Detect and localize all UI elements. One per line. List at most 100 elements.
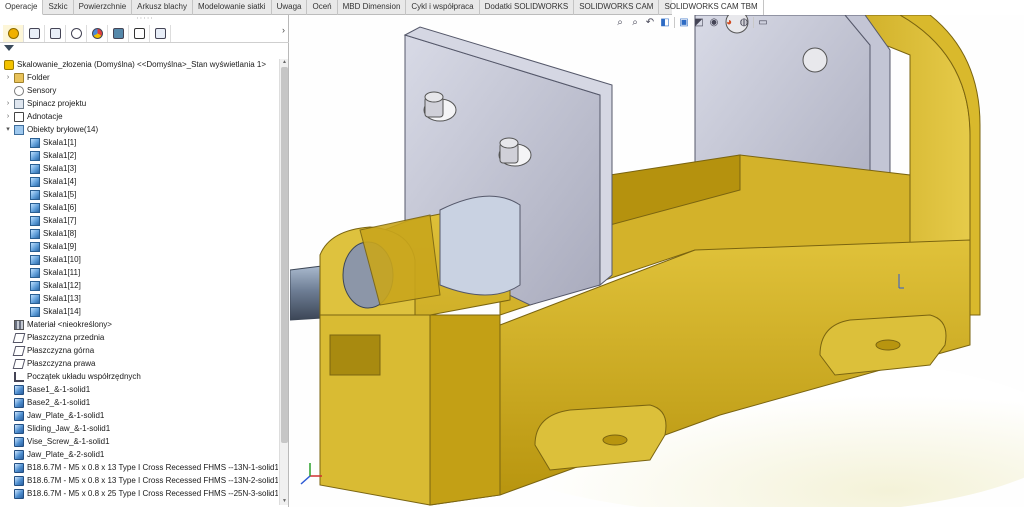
part-item[interactable]: Base1_&-1-solid1 [14, 383, 90, 396]
part-item[interactable]: Jaw_Plate_&-2-solid1 [14, 448, 104, 461]
solid-body-item[interactable]: Skala1[13] [30, 292, 81, 305]
tab-8[interactable]: Cykl i współpraca [406, 0, 480, 15]
part-icon [14, 423, 24, 434]
part-item-label: Base2_&-1-solid1 [27, 398, 91, 407]
solid-body-item[interactable]: Skala1[5] [30, 188, 76, 201]
part-item[interactable]: Jaw_Plate_&-1-solid1 [14, 409, 104, 422]
part-item[interactable]: B18.6.7M - M5 x 0.8 x 25 Type I Cross Re… [14, 487, 278, 500]
solid-body-icon [30, 267, 40, 278]
solid-body-item[interactable]: Skala1[6] [30, 201, 76, 214]
annotations-icon [14, 111, 24, 122]
solid-body-icon [30, 280, 40, 291]
solid-body-item[interactable]: Skala1[9] [30, 240, 76, 253]
tab-2[interactable]: Powierzchnie [74, 0, 133, 15]
tree-item[interactable]: Początek układu współrzędnych [14, 370, 141, 383]
tab-3[interactable]: Arkusz blachy [132, 0, 193, 15]
solid-body-item[interactable]: Skala1[10] [30, 253, 81, 266]
part-item[interactable]: B18.6.7M - M5 x 0.8 x 13 Type I Cross Re… [14, 474, 278, 487]
panel-expand-icon[interactable]: › [282, 25, 285, 35]
tree-item-label: Początek układu współrzędnych [27, 372, 141, 381]
solid-body-icon [30, 254, 40, 265]
part-icon [14, 397, 24, 408]
apply-scene-icon[interactable]: ◍ [738, 16, 750, 28]
configuration-manager-icon[interactable] [45, 25, 66, 42]
tab-0[interactable]: Operacje [0, 0, 44, 15]
part-item[interactable]: Sliding_Jaw_&-1-solid1 [14, 422, 110, 435]
part-item-label: Jaw_Plate_&-1-solid1 [27, 411, 105, 420]
zoom-to-area-icon[interactable]: ⌕ [629, 16, 641, 28]
previous-view-icon[interactable]: ↶ [644, 16, 656, 28]
solid-body-icon [30, 137, 40, 148]
section-view-icon[interactable]: ◧ [659, 16, 671, 28]
origin-marker-icon [898, 274, 904, 289]
part-item-label: Base1_&-1-solid1 [27, 385, 91, 394]
part-icon [14, 449, 24, 460]
tab-4[interactable]: Modelowanie siatki [193, 0, 272, 15]
tab-10[interactable]: SOLIDWORKS CAM [574, 0, 660, 15]
solid-body-item[interactable]: Skala1[8] [30, 227, 76, 240]
tree-root[interactable]: Skalowanie_złozenia (Domyślna) <<Domyśln… [4, 58, 266, 71]
solid-body-item[interactable]: Skala1[2] [30, 149, 76, 162]
cam-feature-tree-icon[interactable] [108, 25, 129, 42]
tree-item[interactable]: › Spinacz projektu [4, 97, 86, 110]
tree-item[interactable]: › Folder [4, 71, 50, 84]
solid-body-item[interactable]: Skala1[11] [30, 266, 80, 279]
tree-item[interactable]: Płaszczyzna prawa [12, 357, 95, 370]
tab-1[interactable]: Szkic [43, 0, 74, 15]
solid-body-item[interactable]: Skala1[3] [30, 162, 76, 175]
solid-body-item-label: Skala1[14] [43, 307, 81, 316]
expand-arrow-icon[interactable]: › [4, 97, 12, 110]
tree-item[interactable]: Płaszczyzna przednia [12, 331, 104, 344]
hide-show-items-icon[interactable]: ◉ [708, 16, 720, 28]
part-item[interactable]: Vise_Screw_&-1-solid1 [14, 435, 110, 448]
scroll-down-icon[interactable]: ▼ [280, 498, 289, 505]
edit-appearance-icon[interactable]: ◕ [723, 16, 735, 28]
tab-7[interactable]: MBD Dimension [338, 0, 407, 15]
display-manager-icon[interactable] [87, 25, 108, 42]
tree-item[interactable]: Płaszczyzna górna [12, 344, 94, 357]
tree-item-label: Sensory [27, 86, 57, 95]
property-manager-icon[interactable] [24, 25, 45, 42]
part-item[interactable]: B18.6.7M - M5 x 0.8 x 13 Type I Cross Re… [14, 461, 278, 474]
dimxpert-icon[interactable] [66, 25, 87, 42]
part-icon [14, 462, 24, 473]
solid-body-item[interactable]: Skala1[14] [30, 305, 81, 318]
tree-item[interactable]: Sensory [4, 84, 56, 97]
tab-9[interactable]: Dodatki SOLIDWORKS [480, 0, 575, 15]
filter-icon[interactable] [4, 45, 14, 54]
view-orientation-icon[interactable]: ▣ [678, 16, 690, 28]
panel-grip[interactable]: ⋅ ⋅ ⋅ ⋅ ⋅ [0, 15, 289, 24]
display-style-icon[interactable]: ◩ [693, 16, 705, 28]
solid-body-item[interactable]: Skala1[7] [30, 214, 76, 227]
tab-6[interactable]: Oceń [307, 0, 338, 15]
part-icon [14, 436, 24, 447]
tree-item[interactable]: › Adnotacje [4, 110, 63, 123]
solid-body-item-label: Skala1[2] [43, 151, 77, 160]
tab-11[interactable]: SOLIDWORKS CAM TBM [659, 0, 764, 15]
graphics-area[interactable] [290, 15, 1024, 507]
solid-body-item-label: Skala1[1] [43, 138, 77, 147]
solid-body-item[interactable]: Skala1[4] [30, 175, 76, 188]
scroll-thumb[interactable] [281, 67, 288, 443]
part-item[interactable]: Base2_&-1-solid1 [14, 396, 90, 409]
scroll-up-icon[interactable]: ▲ [280, 59, 289, 66]
tree-root-label: Skalowanie_złozenia (Domyślna) <<Domyśln… [17, 60, 267, 69]
view-settings-icon[interactable]: ▭ [757, 16, 769, 28]
tree-item[interactable]: ▾ Obiekty bryłowe(14) [4, 123, 98, 136]
part-item-label: Vise_Screw_&-1-solid1 [27, 437, 110, 446]
tree-filter[interactable] [4, 45, 14, 57]
feature-manager-icon[interactable] [3, 25, 24, 42]
cam-tool-tree-icon[interactable] [150, 25, 171, 42]
collapse-arrow-icon[interactable]: ▾ [4, 123, 12, 136]
expand-arrow-icon[interactable]: › [4, 110, 12, 123]
solid-body-item[interactable]: Skala1[12] [30, 279, 81, 292]
zoom-to-fit-icon[interactable]: ⌕ [614, 16, 626, 28]
part-item-label: B18.6.7M - M5 x 0.8 x 13 Type I Cross Re… [27, 463, 278, 472]
tree-item[interactable]: Materiał <nieokreślony> [14, 318, 112, 331]
solid-body-item[interactable]: Skala1[1] [30, 136, 76, 149]
tab-5[interactable]: Uwaga [272, 0, 308, 15]
expand-arrow-icon[interactable]: › [4, 71, 12, 84]
folder-icon [14, 72, 24, 83]
cam-operation-tree-icon[interactable] [129, 25, 150, 42]
tree-scrollbar[interactable]: ▲ ▼ [279, 59, 288, 505]
